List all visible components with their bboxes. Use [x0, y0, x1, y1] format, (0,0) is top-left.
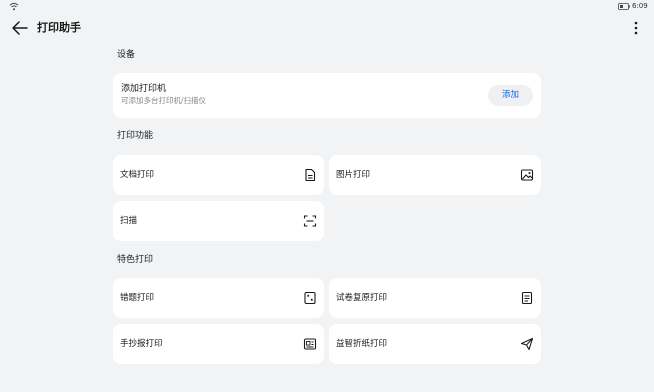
exam-restore-print-label: 试卷复原打印	[336, 293, 388, 303]
document-print-label: 文档打印	[120, 170, 155, 180]
back-arrow-icon[interactable]	[11, 20, 29, 36]
section-print-functions-label: 打印功能	[117, 131, 154, 141]
add-printer-title: 添加打印机	[121, 84, 167, 94]
battery-icon	[618, 3, 630, 10]
scan-icon	[303, 215, 317, 227]
status-bar: 6:09	[0, 0, 654, 14]
wifi-icon	[9, 2, 19, 11]
handwritten-newspaper-icon	[303, 338, 317, 350]
paper-plane-icon	[520, 337, 534, 351]
handwritten-newspaper-print-card[interactable]: 手抄报打印	[113, 324, 324, 364]
page-title: 打印助手	[37, 21, 81, 34]
document-print-card[interactable]: 文档打印	[113, 155, 324, 195]
scan-label: 扫描	[120, 216, 138, 226]
document-icon	[305, 168, 316, 182]
exam-restore-print-card[interactable]: 试卷复原打印	[329, 278, 541, 318]
exam-paper-icon	[521, 291, 533, 305]
origami-print-label: 益智折纸打印	[336, 339, 388, 349]
origami-print-card[interactable]: 益智折纸打印	[329, 324, 541, 364]
status-time: 6:09	[632, 2, 648, 10]
picture-print-card[interactable]: 图片打印	[329, 155, 541, 195]
wrong-questions-print-card[interactable]: 错题打印	[113, 278, 324, 318]
image-icon	[520, 169, 534, 181]
app-bar: 打印助手	[0, 14, 654, 42]
more-options-icon[interactable]	[629, 19, 643, 37]
add-printer-button[interactable]: 添加	[488, 85, 533, 106]
section-devices-label: 设备	[117, 50, 136, 60]
add-printer-card[interactable]: 添加打印机 可添加多台打印机/扫描仪 添加	[113, 73, 541, 118]
wrong-questions-print-label: 错题打印	[120, 293, 155, 303]
add-printer-subtitle: 可添加多台打印机/扫描仪	[121, 96, 207, 105]
scan-card[interactable]: 扫描	[113, 201, 324, 241]
handwritten-newspaper-print-label: 手抄报打印	[120, 339, 163, 349]
picture-print-label: 图片打印	[336, 170, 371, 180]
section-special-print-label: 特色打印	[117, 255, 154, 265]
wrong-questions-icon	[304, 291, 316, 305]
